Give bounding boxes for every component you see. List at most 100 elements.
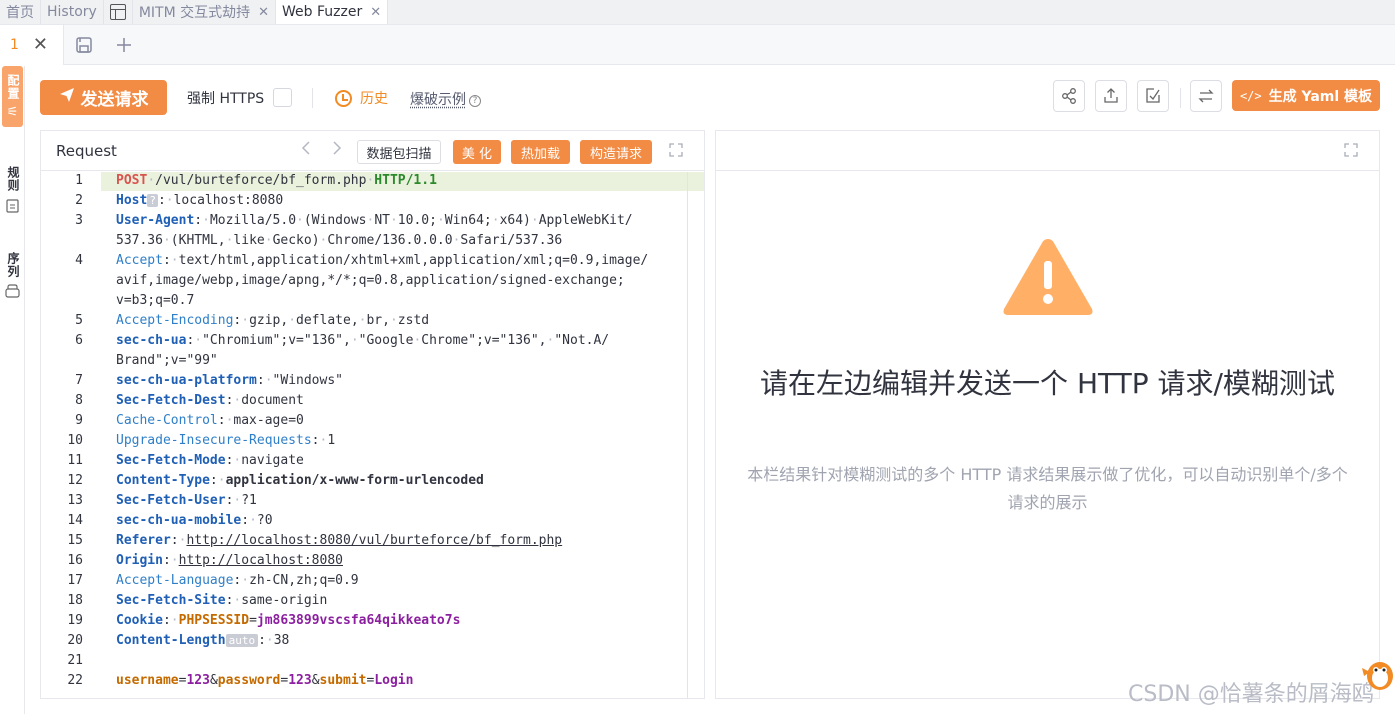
- add-tab-icon[interactable]: [104, 25, 144, 65]
- fuzzer-tab-1[interactable]: 1 ✕: [0, 24, 64, 65]
- code-line: Referer:·http://localhost:8080/vul/burte…: [116, 533, 562, 548]
- code-token: Content-Type: [116, 473, 210, 488]
- table-icon: [109, 4, 126, 20]
- code-token: "Not.A/: [554, 333, 610, 348]
- packet-scan-button[interactable]: 数据包扫描: [357, 140, 441, 164]
- side-tab-sequence[interactable]: 序列: [2, 252, 23, 301]
- side-tab-config[interactable]: 配置 ⚟: [2, 66, 23, 127]
- code-token: :: [256, 373, 265, 388]
- code-token: ·: [170, 253, 179, 268]
- line-number: 11: [67, 453, 83, 468]
- request-header: Request 数据包扫描 美 化 热加载 构造请求: [41, 131, 704, 171]
- beautify-button[interactable]: 美 化: [453, 140, 501, 164]
- code-token: :: [258, 633, 266, 648]
- import-button[interactable]: [1137, 80, 1169, 112]
- request-editor[interactable]: 1 POST·/vul/burteforce/bf_form.php·HTTP/1…: [41, 172, 704, 698]
- force-https-checkbox[interactable]: [273, 88, 292, 107]
- code-token: Cache-Control: [116, 413, 218, 428]
- code-token: 38: [273, 633, 290, 648]
- editor-ruler: [687, 172, 688, 698]
- chevron-right-icon[interactable]: [332, 140, 342, 160]
- brute-force-example-link[interactable]: 爆破示例?: [410, 89, 481, 109]
- code-token: Gecko): [272, 233, 320, 248]
- code-token: :: [311, 433, 320, 448]
- code-token: PHPSESSID: [178, 613, 250, 628]
- brute-force-example-label: 爆破示例: [410, 92, 466, 108]
- line-number: 16: [67, 553, 83, 568]
- generate-yaml-button[interactable]: </> 生成 Yaml 模板: [1232, 80, 1380, 111]
- code-line: Cache-Control:·max-age=0: [116, 413, 304, 428]
- side-tab-rules-label: 规则: [6, 166, 20, 192]
- code-token: jm863899vscsfa64qikkeato7s: [256, 613, 461, 628]
- fuzzer-sub-tab-bar: 1 ✕: [0, 24, 1395, 65]
- chevron-left-icon[interactable]: [301, 140, 311, 160]
- swap-button[interactable]: [1190, 80, 1222, 112]
- side-tab-rules[interactable]: 规则: [2, 166, 23, 216]
- code-line: Content-Type:·application/x-www-form-url…: [116, 473, 484, 488]
- history-button[interactable]: 历史: [335, 88, 388, 108]
- construct-request-button[interactable]: 构造请求: [580, 140, 652, 164]
- line-number: 8: [75, 393, 83, 408]
- import-icon: [1146, 88, 1160, 103]
- code-token: v=b3;q=0.7: [116, 293, 195, 308]
- line-number: 17: [67, 573, 83, 588]
- tab-mitm-label: MITM 交互式劫持: [138, 5, 251, 21]
- code-token: zh-CN,zh;q=0.9: [249, 573, 359, 588]
- code-token: Safari/537.36: [460, 233, 563, 248]
- divider: [312, 88, 313, 108]
- line-number: 19: [67, 613, 83, 628]
- request-title: Request: [56, 142, 117, 160]
- code-token: ·: [491, 213, 500, 228]
- empty-state-title: 请在左边编辑并发送一个 HTTP 请求/模糊测试: [760, 367, 1335, 400]
- code-token: ·: [264, 233, 273, 248]
- code-token: x64): [499, 213, 531, 228]
- close-icon[interactable]: ✕: [370, 5, 381, 20]
- code-token: ·: [165, 193, 174, 208]
- code-line: Cookie:·PHPSESSID=jm863899vscsfa64qikkea…: [116, 613, 460, 628]
- line-number: 15: [67, 533, 83, 548]
- code-token: &: [209, 673, 218, 688]
- fuzzer-toolbar: 发送请求 强制 HTTPS 历史 爆破示例? </> 生成 Yaml 模板: [25, 66, 1395, 128]
- code-token: "Google: [358, 333, 414, 348]
- code-line: sec-ch-ua-platform:·"Windows": [116, 373, 343, 388]
- code-line: Brand";v="99": [116, 353, 218, 368]
- code-token: ·: [217, 473, 226, 488]
- code-token: zstd: [397, 313, 430, 328]
- tab-home[interactable]: 首页: [0, 0, 41, 24]
- code-token: ·: [202, 213, 210, 228]
- send-request-button[interactable]: 发送请求: [40, 80, 167, 115]
- export-button[interactable]: [1095, 80, 1127, 112]
- code-token: ·: [249, 513, 257, 528]
- code-token: /vul/burteforce/bf_form.php: [155, 173, 367, 188]
- tab-mitm[interactable]: MITM 交互式劫持 ✕: [133, 0, 277, 24]
- hot-load-button[interactable]: 热加载: [511, 140, 570, 164]
- tab-history[interactable]: History: [41, 0, 104, 24]
- code-token: navigate: [241, 453, 304, 468]
- share-button[interactable]: [1053, 80, 1085, 112]
- code-token: ?0: [256, 513, 273, 528]
- tab-table-icon-tab[interactable]: [104, 0, 133, 24]
- save-icon[interactable]: [64, 25, 104, 65]
- code-token: max-age=0: [233, 413, 304, 428]
- close-icon[interactable]: ✕: [258, 5, 269, 20]
- line-number: 10: [67, 433, 83, 448]
- response-header: [716, 131, 1379, 171]
- code-line: sec-ch-ua:·"Chromium";v="136",·"Google·C…: [116, 333, 609, 348]
- close-icon[interactable]: ✕: [33, 34, 48, 55]
- line-number: 1: [75, 173, 83, 188]
- code-token: ·: [389, 213, 398, 228]
- code-line: Origin:·http://localhost:8080: [116, 553, 343, 568]
- tab-web-fuzzer[interactable]: Web Fuzzer ✕: [276, 0, 389, 24]
- code-token: 537.36: [116, 233, 163, 248]
- code-token: ·: [170, 613, 179, 628]
- line-number: 20: [67, 633, 83, 648]
- code-token: ·: [162, 233, 171, 248]
- code-token: username: [116, 673, 179, 688]
- line-number: 12: [67, 473, 83, 488]
- code-line: Sec-Fetch-Mode:·navigate: [116, 453, 304, 468]
- expand-icon[interactable]: [1344, 143, 1358, 161]
- code-token: (Windows: [303, 213, 367, 228]
- code-token: =: [249, 613, 257, 628]
- code-line: Upgrade-Insecure-Requests:·1: [116, 433, 335, 448]
- expand-icon[interactable]: [669, 143, 683, 161]
